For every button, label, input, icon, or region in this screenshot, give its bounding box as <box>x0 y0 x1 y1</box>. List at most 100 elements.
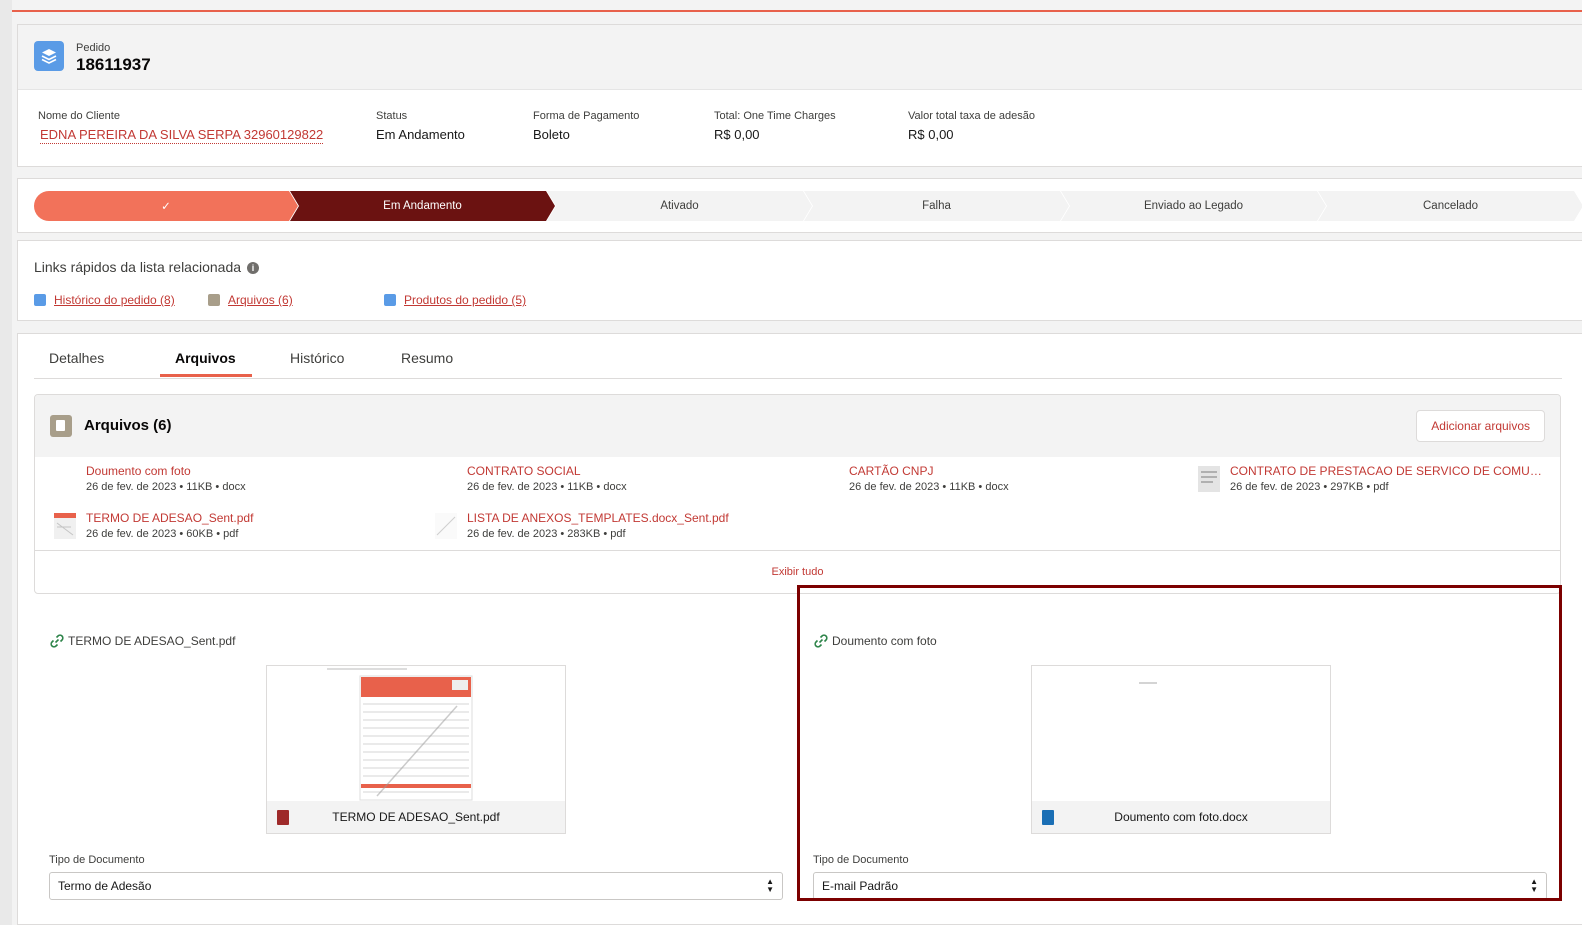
field-label: Valor total taxa de adesão <box>908 110 1035 122</box>
file-name[interactable]: CARTÃO CNPJ <box>849 464 1219 478</box>
order-record-icon <box>34 41 64 71</box>
file-meta: 26 de fev. de 2023 • 297KB • pdf <box>1230 481 1389 493</box>
path-step-em-andamento[interactable]: Em Andamento <box>290 191 555 221</box>
tab-arquivos[interactable]: Arquivos <box>175 350 236 366</box>
record-header-top <box>18 25 1582 90</box>
path-step-complete[interactable]: ✓ <box>34 191 298 221</box>
file-name[interactable]: TERMO DE ADESAO_Sent.pdf <box>86 511 456 525</box>
path-step-falha[interactable]: Falha <box>804 191 1069 221</box>
field-label: Forma de Pagamento <box>533 110 640 122</box>
file-item[interactable]: CONTRATO DE PRESTACAO DE SERVICO DE COMU… <box>1198 464 1550 493</box>
quick-link-order-history[interactable]: Histórico do pedido (8) <box>34 293 175 307</box>
file-item[interactable]: TERMO DE ADESAO_Sent.pdf 26 de fev. de 2… <box>54 511 456 540</box>
files-icon <box>50 415 72 437</box>
preview-footer: Doumento com foto.docx <box>1032 801 1330 833</box>
pdf-thumbnail-icon <box>435 513 457 539</box>
order-products-icon <box>384 294 396 306</box>
file-item[interactable]: LISTA DE ANEXOS_TEMPLATES.docx_Sent.pdf … <box>435 511 837 540</box>
doc-type-label: Tipo de Documento <box>813 854 909 866</box>
docx-file-icon <box>1042 810 1054 825</box>
preview-footer: TERMO DE ADESAO_Sent.pdf <box>267 801 565 833</box>
select-caret-icon: ▲ ▼ <box>766 877 774 894</box>
doc-type-value: Termo de Adesão <box>58 879 152 893</box>
tab-historico[interactable]: Histórico <box>290 350 344 366</box>
quick-link-order-products[interactable]: Produtos do pedido (5) <box>384 293 526 307</box>
doc-type-select[interactable]: E-mail Padrão ▲ ▼ <box>813 872 1547 900</box>
quick-link-label: Produtos do pedido (5) <box>404 293 527 307</box>
quick-links-heading: Links rápidos da lista relacionada i <box>34 259 260 275</box>
customer-name-link[interactable]: EDNA PEREIRA DA SILVA SERPA 32960129822 <box>40 127 324 144</box>
doc-type-select[interactable]: Termo de Adesão ▲ ▼ <box>49 872 783 900</box>
field-label: Nome do Cliente <box>38 110 120 122</box>
status-path: ✓ Em Andamento Ativado Falha Enviado ao … <box>34 191 1582 221</box>
related-quick-links: Links rápidos da lista relacionada i Hist… <box>17 240 1582 321</box>
left-gutter <box>0 0 12 925</box>
file-meta: 26 de fev. de 2023 • 11KB • docx <box>849 481 1009 493</box>
attachment-title-label: Doumento com foto <box>832 634 937 648</box>
record-header: Pedido 18611937 Nome do Cliente EDNA PER… <box>17 24 1582 167</box>
file-name[interactable]: CONTRATO DE PRESTACAO DE SERVICO DE COMU… <box>1230 464 1550 478</box>
field-value: Boleto <box>533 127 570 142</box>
file-name[interactable]: CONTRATO SOCIAL <box>467 464 837 478</box>
attachment-title[interactable]: TERMO DE ADESAO_Sent.pdf <box>50 634 235 648</box>
path-step-cancelado[interactable]: Cancelado <box>1318 191 1582 221</box>
main-content-panel: Detalhes Arquivos Histórico Resumo Arqui… <box>17 333 1582 925</box>
file-name[interactable]: Doumento com foto <box>86 464 456 478</box>
docx-page-thumbnail <box>1139 682 1157 684</box>
preview-file-name: Doumento com foto.docx <box>1114 810 1248 824</box>
view-all-label: Exibir tudo <box>771 566 824 578</box>
add-files-button[interactable]: Adicionar arquivos <box>1416 410 1545 442</box>
field-value: R$ 0,00 <box>714 127 760 142</box>
attachment-title-label: TERMO DE ADESAO_Sent.pdf <box>68 634 236 648</box>
doc-type-label: Tipo de Documento <box>49 854 145 866</box>
files-related-card: Arquivos (6) Adicionar arquivos Doumento… <box>34 394 1561 594</box>
info-icon[interactable]: i <box>247 262 260 275</box>
pdf-file-icon <box>277 810 289 825</box>
view-all-link[interactable]: Exibir tudo <box>35 550 1560 593</box>
field-adhesion-fee: Valor total taxa de adesão R$ 0,00 <box>908 110 1035 142</box>
file-name[interactable]: LISTA DE ANEXOS_TEMPLATES.docx_Sent.pdf <box>467 511 837 525</box>
field-value: Em Andamento <box>376 127 465 142</box>
quick-link-label: Arquivos (6) <box>228 293 293 307</box>
active-tab-indicator <box>160 374 252 377</box>
file-preview[interactable]: Doumento com foto.docx <box>1031 665 1331 834</box>
pdf-thumbnail-icon <box>1198 466 1220 492</box>
pdf-thumbnail-icon <box>54 513 76 539</box>
select-caret-icon: ▲ ▼ <box>1530 877 1538 894</box>
tab-resumo[interactable]: Resumo <box>401 350 453 366</box>
quick-links-title: Links rápidos da lista relacionada <box>34 259 242 275</box>
file-item[interactable]: Doumento com foto 26 de fev. de 2023 • 1… <box>86 464 456 493</box>
preview-file-name: TERMO DE ADESAO_Sent.pdf <box>332 810 500 824</box>
field-status: Status Em Andamento <box>376 110 465 142</box>
field-label: Status <box>376 110 408 122</box>
doc-type-value: E-mail Padrão <box>822 879 899 893</box>
file-preview[interactable]: TERMO DE ADESAO_Sent.pdf <box>266 665 566 834</box>
link-icon <box>50 634 64 648</box>
file-meta: 26 de fev. de 2023 • 283KB • pdf <box>467 528 626 540</box>
pdf-page-thumbnail <box>327 668 473 801</box>
files-card-title[interactable]: Arquivos (6) <box>84 417 172 434</box>
file-item[interactable]: CONTRATO SOCIAL 26 de fev. de 2023 • 11K… <box>467 464 837 493</box>
attachment-title[interactable]: Doumento com foto <box>814 634 937 648</box>
field-customer-name: Nome do Cliente EDNA PEREIRA DA SILVA SE… <box>38 110 324 144</box>
field-payment-method: Forma de Pagamento Boleto <box>533 110 639 142</box>
field-one-time-charges: Total: One Time Charges R$ 0,00 <box>714 110 836 142</box>
tab-detalhes[interactable]: Detalhes <box>49 350 104 366</box>
quick-link-label: Histórico do pedido (8) <box>54 293 175 307</box>
path-step-enviado-ao-legado[interactable]: Enviado ao Legado <box>1061 191 1326 221</box>
field-label: Total: One Time Charges <box>714 110 836 122</box>
files-card-header: Arquivos (6) Adicionar arquivos <box>35 395 1560 457</box>
file-meta: 26 de fev. de 2023 • 11KB • docx <box>467 481 627 493</box>
top-accent-line <box>0 10 1582 12</box>
status-path-panel: ✓ Em Andamento Ativado Falha Enviado ao … <box>17 178 1582 233</box>
file-item[interactable]: CARTÃO CNPJ 26 de fev. de 2023 • 11KB • … <box>849 464 1219 493</box>
files-icon <box>208 294 220 306</box>
path-step-ativado[interactable]: Ativado <box>547 191 812 221</box>
field-value: R$ 0,00 <box>908 127 954 142</box>
link-icon <box>814 634 828 648</box>
tab-bar: Detalhes Arquivos Histórico Resumo <box>34 334 1562 379</box>
quick-link-files[interactable]: Arquivos (6) <box>208 293 293 307</box>
object-label: Pedido <box>76 42 111 54</box>
file-meta: 26 de fev. de 2023 • 11KB • docx <box>86 481 246 493</box>
file-meta: 26 de fev. de 2023 • 60KB • pdf <box>86 528 239 540</box>
